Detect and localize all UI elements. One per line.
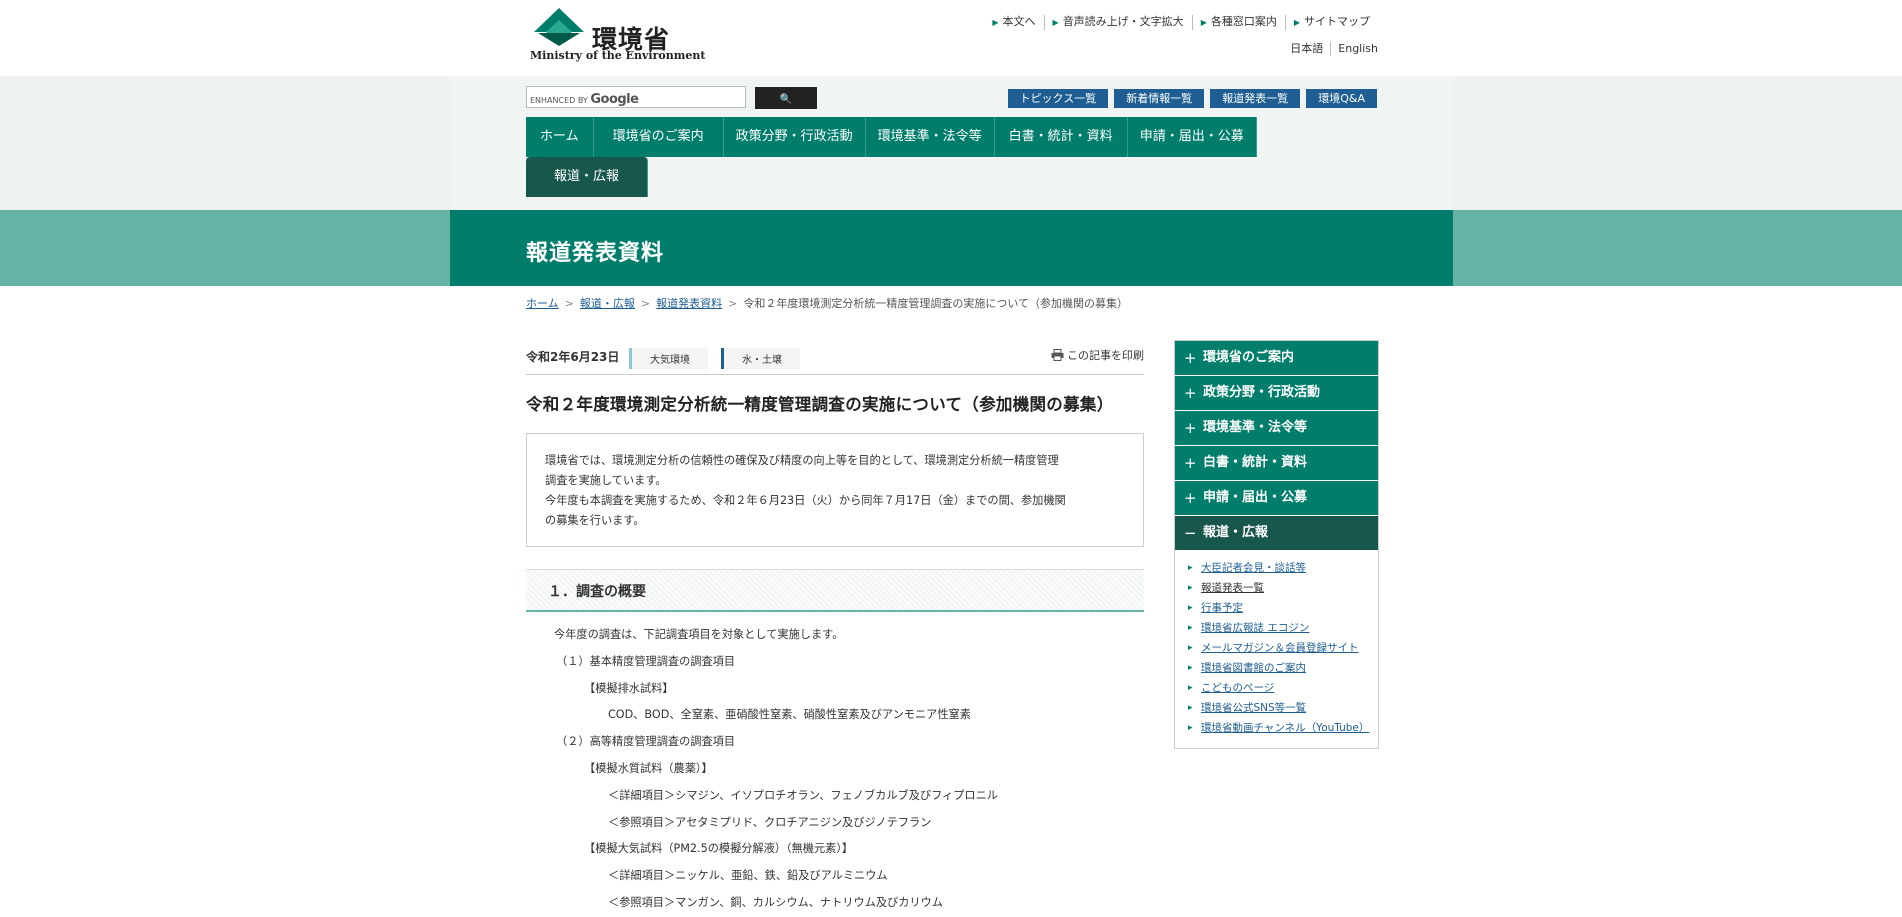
search-enhanced-label: ENHANCED BY [530, 96, 588, 105]
side-nav-item[interactable]: + 政策分野・行政活動 [1175, 375, 1378, 410]
article-body-line: ＜詳細項目＞シマジン、イソプロチオラン、フェノブカルブ及びフィプロニル [608, 788, 998, 802]
plus-icon: + [1184, 384, 1197, 402]
utility-links: ▶ 本文へ ▶ 音声読み上げ・文字拡大 ▶ 各種窓口案内 ▶ サイトマップ [984, 15, 1378, 30]
side-nav-item[interactable]: − 報道・広報 [1175, 515, 1378, 550]
search-icon: 🔍 [779, 94, 793, 105]
article-body-line: ＜参照項目＞アセタミプリド、クロチアニジン及びジノテフラン [608, 815, 932, 829]
nav-whitepaper[interactable]: 白書・統計・資料 [994, 117, 1128, 157]
article-body-line: ＜詳細項目＞ニッケル、亜鉛、鉄、鉛及びアルミニウム [608, 869, 888, 883]
article-title: 令和２年度環境測定分析統一精度管理調査の実施について（参加機関の募集） [526, 395, 1114, 414]
util-link-skip[interactable]: ▶ 本文へ [984, 15, 1043, 30]
lang-english[interactable]: English [1330, 42, 1378, 56]
side-nav-subitem[interactable]: 環境省公式SNS等一覧 [1188, 700, 1368, 716]
side-nav-item-label: 申請・届出・公募 [1203, 490, 1308, 505]
search-button[interactable]: 🔍 [755, 87, 817, 109]
article: 令和2年6月23日 大気環境 水・土壌 この記事を印刷 令和２年度環境測定分析統… [526, 340, 1144, 917]
breadcrumb-current: 令和２年度環境測定分析統一精度管理調査の実施について（参加機関の募集） [743, 297, 1128, 310]
quick-link-news[interactable]: 新着情報一覧 [1114, 89, 1205, 108]
side-nav-item[interactable]: + 白書・統計・資料 [1175, 445, 1378, 480]
util-link-accessibility[interactable]: ▶ 音声読み上げ・文字拡大 [1043, 15, 1192, 30]
triangle-right-icon: ▶ [1200, 18, 1207, 27]
side-nav-subitem[interactable]: 環境省広報誌 エコジン [1188, 620, 1368, 636]
lang-japanese[interactable]: 日本語 [1283, 42, 1330, 56]
nav-applications[interactable]: 申請・届出・公募 [1127, 117, 1257, 157]
side-nav-item[interactable]: + 環境基準・法令等 [1175, 410, 1378, 445]
article-meta: 令和2年6月23日 大気環境 水・土壌 この記事を印刷 [526, 340, 1144, 375]
summary-line: 調査を実施しています。 [545, 474, 667, 487]
nav-press[interactable]: 報道・広報 [526, 157, 649, 197]
site-logo[interactable]: 環境省 Ministry of the Environment [526, 6, 705, 62]
side-nav-item[interactable]: + 申請・届出・公募 [1175, 480, 1378, 515]
side-nav-subitem[interactable]: 行事予定 [1188, 600, 1368, 616]
section-heading-block: １．調査の概要 [526, 569, 1144, 612]
summary-line: の募集を行います。 [545, 514, 645, 527]
plus-icon: + [1184, 489, 1197, 507]
side-nav-subitem[interactable]: メールマガジン＆会員登録サイト [1188, 640, 1368, 656]
article-body-line: （１）基本精度管理調査の調査項目 [556, 654, 736, 668]
side-nav-item[interactable]: + 環境省のご案内 [1175, 341, 1378, 375]
side-nav-subitem[interactable]: 報道発表一覧 [1188, 580, 1368, 596]
side-nav-subitem[interactable]: 大臣記者会見・談話等 [1188, 560, 1368, 576]
side-nav-item-label: 政策分野・行政活動 [1203, 385, 1321, 400]
article-body-line: 【模擬水質試料（農薬）】 [584, 761, 713, 775]
triangle-right-icon: ▶ [1052, 18, 1059, 27]
logo-text-en: Ministry of the Environment [530, 49, 706, 62]
print-link[interactable]: この記事を印刷 [1051, 347, 1144, 363]
triangle-right-icon: ▶ [1293, 18, 1300, 27]
nav-home[interactable]: ホーム [526, 117, 594, 157]
printer-icon [1051, 349, 1064, 361]
triangle-right-icon: ▶ [992, 18, 999, 27]
tag-air[interactable]: 大気環境 [629, 348, 708, 369]
plus-icon: + [1184, 454, 1197, 472]
breadcrumb-home[interactable]: ホーム [526, 297, 559, 310]
global-nav: ホーム 環境省のご案内 政策分野・行政活動 環境基準・法令等 白書・統計・資料 … [526, 117, 1266, 197]
nav-standards[interactable]: 環境基準・法令等 [865, 117, 995, 157]
breadcrumb-press[interactable]: 報道・広報 [580, 297, 635, 310]
article-body-line: （２）高等精度管理調査の調査項目 [556, 735, 736, 749]
logo-mark-icon [534, 8, 584, 46]
article-body-line: COD、BOD、全窒素、亜硝酸性窒素、硝酸性窒素及びアンモニア性窒素 [608, 708, 971, 722]
minus-icon: − [1184, 524, 1197, 542]
side-nav-subitem[interactable]: 環境省図書館のご案内 [1188, 660, 1368, 676]
article-summary: 環境省では、環境測定分析の信頼性の確保及び精度の向上等を目的として、環境測定分析… [526, 433, 1144, 547]
side-nav-subitem[interactable]: こどものページ [1188, 680, 1368, 696]
search-input[interactable]: ENHANCED BY Google [526, 86, 746, 108]
article-body-line: 【模擬排水試料】 [584, 681, 674, 695]
side-nav-item-label: 環境省のご案内 [1203, 350, 1295, 365]
quick-link-press[interactable]: 報道発表一覧 [1210, 89, 1301, 108]
breadcrumb-press-releases[interactable]: 報道発表資料 [656, 297, 722, 310]
breadcrumb: ホーム > 報道・広報 > 報道発表資料 > 令和２年度環境測定分析統一精度管理調査の実施に… [526, 297, 1128, 310]
article-body-line: 【模擬大気試料（PM2.5の模擬分解液）（無機元素）】 [584, 842, 854, 856]
quick-links: トピックス一覧 新着情報一覧 報道発表一覧 環境Q&A [1007, 89, 1377, 108]
nav-about[interactable]: 環境省のご案内 [593, 117, 724, 157]
summary-line: 今年度も本調査を実施するため、令和２年６月23日（火）から同年７月17日（金）ま… [545, 494, 1066, 507]
side-nav-item-label: 白書・統計・資料 [1203, 455, 1308, 470]
google-logo: Google [590, 92, 639, 107]
side-nav-items: + 環境省のご案内 + 政策分野・行政活動 + 環境基準・法令等 + 白書・統計・資料 + 申請・… [1175, 341, 1378, 550]
article-date: 令和2年6月23日 [526, 350, 620, 364]
tag-water-soil[interactable]: 水・土壌 [721, 348, 800, 369]
page-title: 報道発表資料 [526, 241, 665, 266]
plus-icon: + [1184, 419, 1197, 437]
side-nav-subitem[interactable]: 環境省動画チャンネル（YouTube） [1188, 720, 1369, 736]
page-title-band: 報道発表資料 [0, 210, 1902, 286]
util-link-sitemap[interactable]: ▶ サイトマップ [1284, 15, 1378, 30]
side-nav-item-label: 報道・広報 [1203, 525, 1269, 540]
quick-link-topics[interactable]: トピックス一覧 [1007, 89, 1109, 108]
section-heading: １．調査の概要 [548, 584, 646, 600]
quick-link-qa[interactable]: 環境Q&A [1306, 89, 1377, 108]
article-body: 今年度の調査は、下記調査項目を対象として実施します。 （１）基本精度管理調査の調査… [526, 622, 1144, 917]
util-link-contact[interactable]: ▶ 各種窓口案内 [1191, 15, 1285, 30]
article-body-line: ＜参照項目＞マンガン、銅、カルシウム、ナトリウム及びカリウム [608, 895, 943, 909]
nav-policy[interactable]: 政策分野・行政活動 [723, 117, 866, 157]
side-nav-item-label: 環境基準・法令等 [1203, 420, 1308, 435]
side-nav-subitems: 大臣記者会見・談話等報道発表一覧行事予定環境省広報誌 エコジンメールマガジン＆会… [1175, 550, 1378, 748]
site-header [0, 0, 1902, 76]
side-nav: + 環境省のご案内 + 政策分野・行政活動 + 環境基準・法令等 + 白書・統計・資料 + 申請・… [1174, 340, 1379, 749]
article-body-line: 今年度の調査は、下記調査項目を対象として実施します。 [554, 628, 844, 641]
language-switch: 日本語 English [1283, 42, 1378, 56]
summary-line: 環境省では、環境測定分析の信頼性の確保及び精度の向上等を目的として、環境測定分析… [545, 454, 1059, 467]
plus-icon: + [1184, 349, 1197, 367]
